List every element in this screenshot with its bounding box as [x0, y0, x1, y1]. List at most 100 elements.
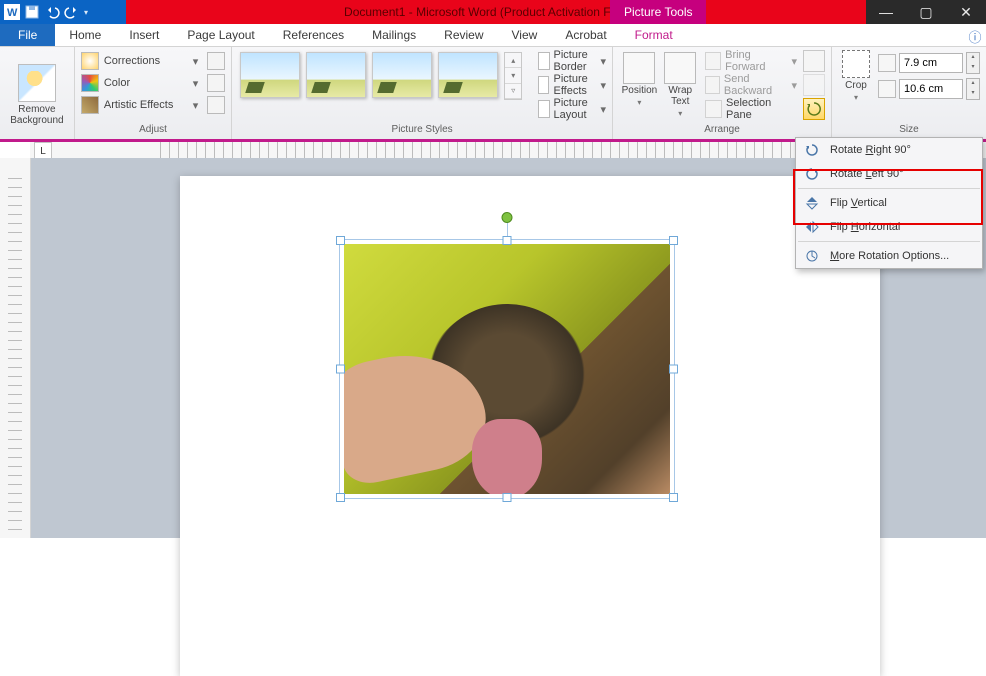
color-button[interactable]: Color▾: [81, 72, 225, 94]
reset-picture-icon[interactable]: [207, 96, 225, 114]
effects-icon: [538, 76, 549, 94]
selection-pane-icon: [705, 100, 722, 118]
group-remove-bg: Remove Background: [0, 47, 75, 139]
selection-pane-button[interactable]: Selection Pane: [705, 98, 797, 120]
picture-border-button[interactable]: Picture Border▾: [538, 50, 606, 72]
selected-picture[interactable]: [336, 236, 678, 502]
width-input[interactable]: [899, 79, 963, 99]
tab-review[interactable]: Review: [430, 24, 497, 46]
color-icon: [81, 74, 99, 92]
width-spinner[interactable]: ▴▾: [966, 78, 980, 100]
resize-handle[interactable]: [503, 493, 512, 502]
wrap-icon: [664, 52, 696, 84]
backward-icon: [705, 76, 720, 94]
menu-rotate-left[interactable]: Rotate Left 90°: [796, 162, 982, 186]
artistic-effects-button[interactable]: Artistic Effects▾: [81, 94, 225, 116]
width-field[interactable]: ▴▾: [878, 78, 980, 100]
flip-horizontal-icon: [804, 219, 820, 235]
group-button: [803, 74, 825, 96]
group-label-styles: Picture Styles: [238, 124, 606, 139]
group-label-adjust: Adjust: [81, 124, 225, 139]
remove-bg-label[interactable]: Remove Background: [6, 104, 68, 126]
corrections-icon: [81, 52, 99, 70]
group-picture-styles: ▴▾▿ Picture Border▾ Picture Effects▾ Pic…: [232, 47, 613, 139]
svg-text:W: W: [7, 7, 18, 19]
picture-content: [344, 244, 670, 494]
styles-gallery[interactable]: ▴▾▿: [238, 50, 524, 102]
height-input[interactable]: [899, 53, 963, 73]
menu-more-rotation[interactable]: More Rotation Options...: [796, 244, 982, 268]
tab-home[interactable]: Home: [55, 24, 115, 46]
group-adjust: Corrections▾ Color▾ Artistic Effects▾ Ad…: [75, 47, 232, 139]
remove-bg-icon[interactable]: [18, 64, 56, 102]
rotate-button[interactable]: [803, 98, 825, 120]
corrections-button[interactable]: Corrections▾: [81, 50, 225, 72]
resize-handle[interactable]: [336, 236, 345, 245]
position-icon: [623, 52, 655, 84]
crop-button[interactable]: Crop▾: [838, 50, 874, 102]
change-picture-icon[interactable]: [207, 74, 225, 92]
rotate-right-icon: [804, 142, 820, 158]
height-icon: [878, 54, 896, 72]
wrap-text-button[interactable]: Wrap Text▾: [660, 50, 701, 119]
crop-icon: [842, 50, 870, 78]
tab-mailings[interactable]: Mailings: [358, 24, 430, 46]
resize-handle[interactable]: [669, 365, 678, 374]
resize-handle[interactable]: [669, 493, 678, 502]
resize-handle[interactable]: [336, 493, 345, 502]
style-thumb[interactable]: [372, 52, 432, 98]
style-thumb[interactable]: [240, 52, 300, 98]
resize-handle[interactable]: [336, 365, 345, 374]
position-button[interactable]: Position▾: [619, 50, 660, 108]
resize-handle[interactable]: [669, 236, 678, 245]
redo-icon[interactable]: [64, 4, 80, 20]
style-thumb[interactable]: [306, 52, 366, 98]
tab-view[interactable]: View: [498, 24, 552, 46]
ribbon-tabs: File Home Insert Page Layout References …: [0, 24, 986, 47]
rotation-handle[interactable]: [502, 212, 513, 223]
layout-icon: [538, 100, 549, 118]
title-bar: W ▾ Document1 - Microsoft Word (Product …: [0, 0, 986, 24]
style-thumb[interactable]: [438, 52, 498, 98]
rotate-menu: Rotate Right 90° Rotate Left 90° Flip Ve…: [795, 137, 983, 269]
height-spinner[interactable]: ▴▾: [966, 52, 980, 74]
menu-flip-vertical[interactable]: Flip Vertical: [796, 191, 982, 215]
quick-access-toolbar: W ▾: [0, 0, 126, 24]
tab-acrobat[interactable]: Acrobat: [551, 24, 620, 46]
maximize-button[interactable]: ▢: [906, 0, 946, 24]
forward-icon: [705, 52, 721, 70]
group-size: Crop▾ ▴▾ ▴▾ Size: [832, 47, 986, 139]
help-icon[interactable]: ⓘ: [964, 27, 986, 46]
ruler-vertical[interactable]: [0, 158, 31, 538]
border-icon: [538, 52, 549, 70]
width-icon: [878, 80, 896, 98]
resize-handle[interactable]: [503, 236, 512, 245]
artistic-icon: [81, 96, 99, 114]
tab-file[interactable]: File: [0, 24, 55, 46]
menu-flip-horizontal[interactable]: Flip Horizontal: [796, 215, 982, 239]
close-button[interactable]: ✕: [946, 0, 986, 24]
qat-customize[interactable]: ▾: [84, 8, 88, 17]
compress-pictures-icon[interactable]: [207, 52, 225, 70]
undo-icon[interactable]: [44, 4, 60, 20]
bring-forward-button: Bring Forward▾: [705, 50, 797, 72]
minimize-button[interactable]: —: [866, 0, 906, 24]
send-backward-button: Send Backward▾: [705, 74, 797, 96]
contextual-tab-label: Picture Tools: [610, 0, 706, 24]
picture-layout-button[interactable]: Picture Layout▾: [538, 98, 606, 120]
menu-rotate-right[interactable]: Rotate Right 90°: [796, 138, 982, 162]
word-icon: W: [4, 4, 20, 20]
tab-insert[interactable]: Insert: [115, 24, 173, 46]
save-icon[interactable]: [24, 4, 40, 20]
tab-page-layout[interactable]: Page Layout: [173, 24, 268, 46]
more-rotation-icon: [804, 248, 820, 264]
group-arrange: Position▾ Wrap Text▾ Bring Forward▾ Send…: [613, 47, 832, 139]
menu-separator: [798, 188, 980, 189]
tab-format[interactable]: Format: [621, 24, 687, 46]
gallery-more-button[interactable]: ▴▾▿: [504, 52, 522, 100]
menu-separator: [798, 241, 980, 242]
tab-references[interactable]: References: [269, 24, 358, 46]
height-field[interactable]: ▴▾: [878, 52, 980, 74]
picture-effects-button[interactable]: Picture Effects▾: [538, 74, 606, 96]
align-button[interactable]: [803, 50, 825, 72]
